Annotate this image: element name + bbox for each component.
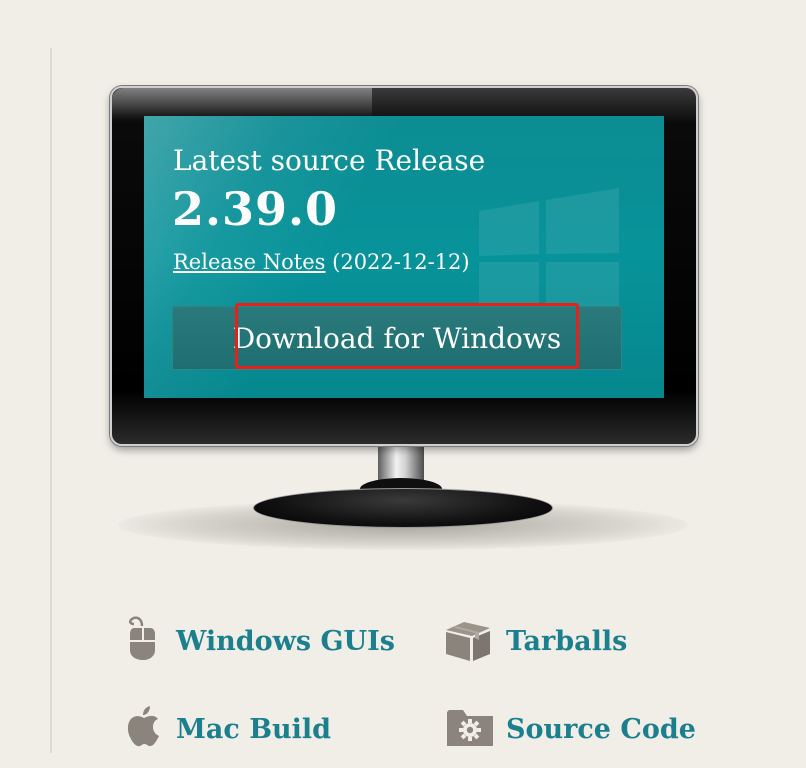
- windows-logo-watermark-icon: [479, 188, 619, 324]
- apple-icon: [127, 706, 159, 747]
- release-date: (2022-12-12): [332, 250, 470, 274]
- download-for-windows-button[interactable]: Download for Windows: [172, 306, 622, 370]
- page-divider: [50, 48, 52, 753]
- download-button-label: Download for Windows: [232, 321, 562, 355]
- mac-build-label: Mac Build: [176, 714, 332, 745]
- release-notes-line: Release Notes (2022-12-12): [173, 250, 470, 274]
- gear-folder-icon: [447, 710, 493, 746]
- mouse-icon: [129, 616, 155, 660]
- release-version: 2.39.0: [172, 182, 339, 236]
- windows-guis-label: Windows GUIs: [176, 626, 395, 657]
- tarballs-label: Tarballs: [506, 626, 628, 657]
- release-label: Latest source Release: [173, 144, 486, 177]
- source-code-label: Source Code: [506, 714, 696, 745]
- release-notes-link[interactable]: Release Notes: [173, 250, 325, 274]
- monitor-stand-base: [253, 488, 553, 528]
- box-icon: [446, 622, 490, 661]
